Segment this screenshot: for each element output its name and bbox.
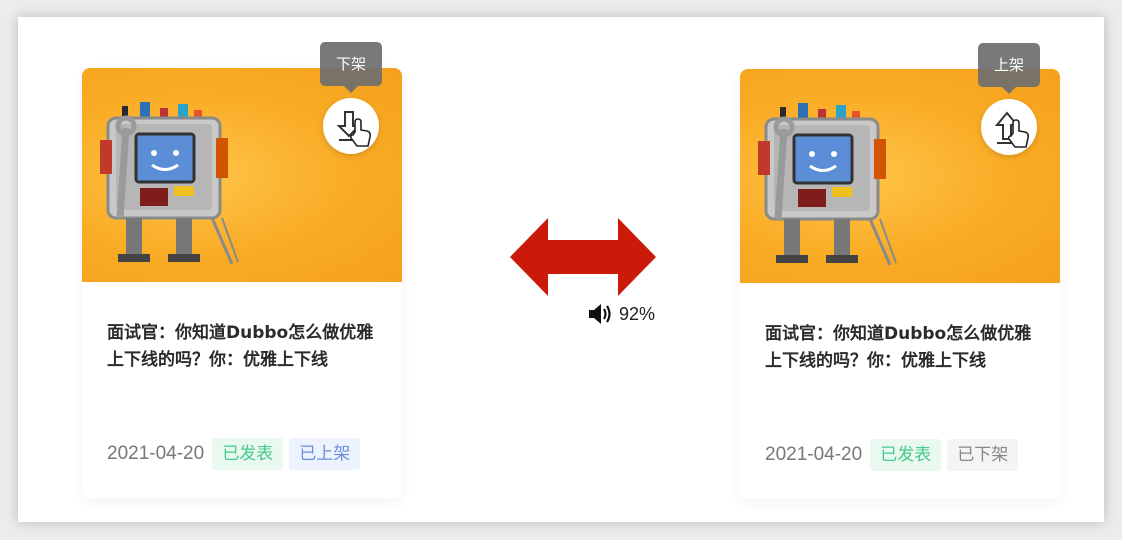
publish-date: 2021-04-20 [107,443,205,464]
publish-date: 2021-04-20 [765,444,863,465]
status-badge-unlisted: 已下架 [947,439,1019,471]
article-card-left[interactable]: 下架 面试官：你知道Dubbo怎么做优雅上下线的吗？你：优雅上下线 2021-0… [82,42,402,498]
article-title[interactable]: 面试官：你知道Dubbo怎么做优雅上下线的吗？你：优雅上下线 [107,320,385,374]
article-card-right[interactable]: 上架 面试官：你知道Dubbo怎么做优雅上下线的吗？你：优雅上下线 2021-0… [740,43,1060,499]
article-meta: 2021-04-20 已发表 已上架 [107,437,361,471]
volume-indicator: 92% [583,296,671,332]
publish-button[interactable] [981,99,1037,155]
tooltip-unpublish: 下架 [320,42,382,93]
status-badge-listed: 已上架 [289,438,361,470]
article-title[interactable]: 面试官：你知道Dubbo怎么做优雅上下线的吗？你：优雅上下线 [765,321,1043,375]
unpublish-button[interactable] [323,98,379,154]
cover-image [82,68,402,282]
upload-arrow-icon [994,111,1029,148]
status-badge-published: 已发表 [870,439,942,471]
cover-image [740,69,1060,283]
download-arrow-icon [336,111,371,147]
double-arrow-icon [510,218,656,296]
article-meta: 2021-04-20 已发表 已下架 [765,438,1019,472]
speaker-icon [589,304,611,324]
volume-percentage: 92% [619,303,656,324]
status-badge-published: 已发表 [212,438,284,470]
tooltip-publish: 上架 [978,43,1040,94]
